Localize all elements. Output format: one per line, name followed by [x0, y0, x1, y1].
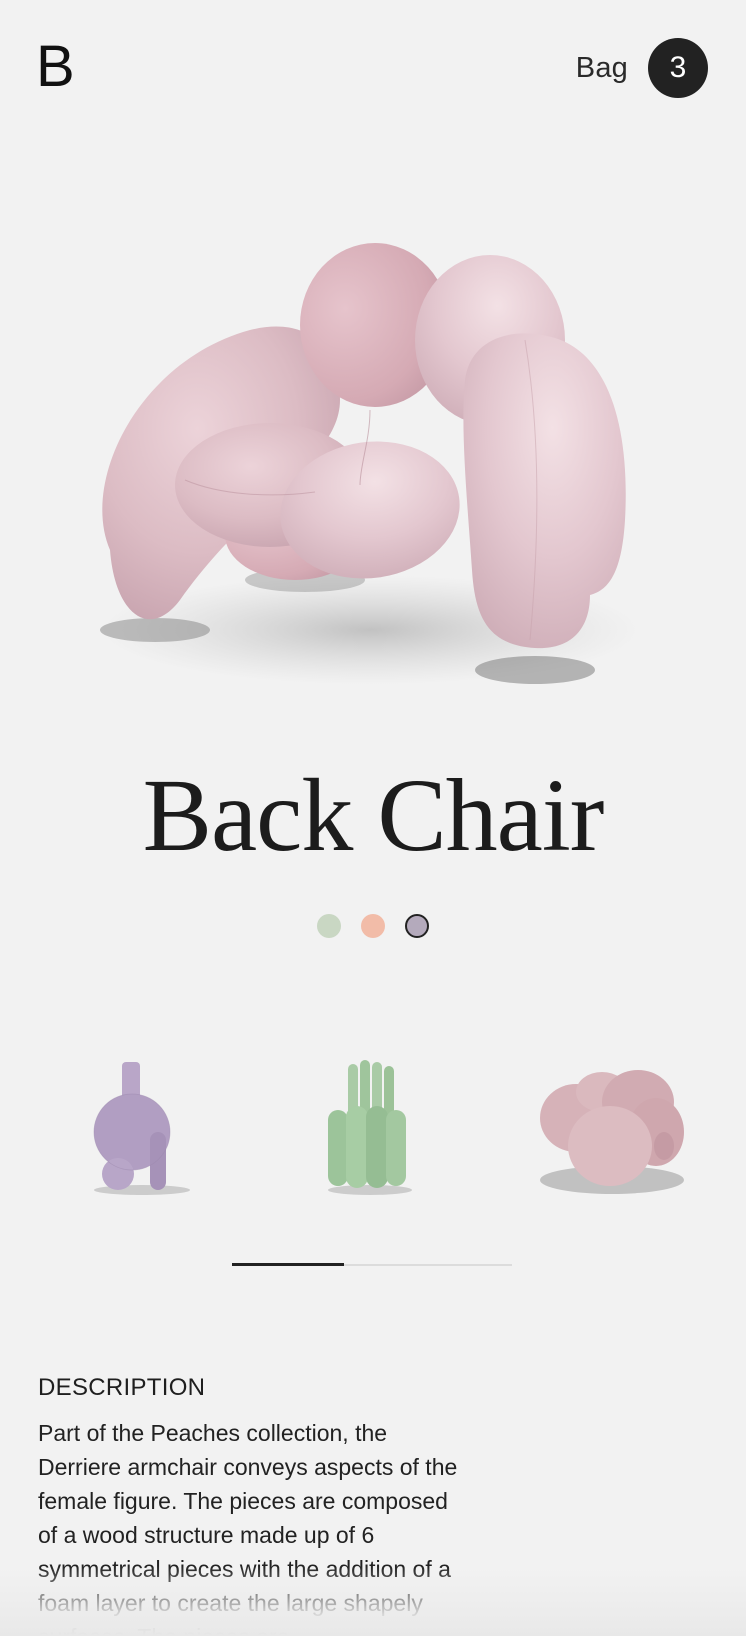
description-body: Part of the Peaches collection, the Derr… — [38, 1420, 458, 1636]
product-page: B Bag 3 Back Chair DESCRIPTION Part of t… — [0, 0, 746, 1636]
related-item-pink-pouf[interactable] — [530, 1048, 690, 1218]
related-item-green-vase[interactable] — [310, 1048, 430, 1218]
swatch-sage[interactable] — [317, 914, 341, 938]
carousel-scrollbar-thumb[interactable] — [232, 1263, 344, 1266]
carousel-scrollbar[interactable] — [232, 1263, 512, 1266]
swatch-lilac[interactable] — [405, 914, 429, 938]
bag-count-badge: 3 — [648, 38, 708, 98]
product-title: Back Chair — [142, 758, 605, 873]
color-swatches — [0, 914, 746, 938]
description-heading: DESCRIPTION — [38, 1374, 206, 1401]
product-image — [100, 243, 640, 685]
related-products-carousel[interactable] — [0, 1048, 746, 1218]
bag-label: Bag — [575, 51, 628, 84]
brand-logo[interactable]: B — [36, 38, 75, 96]
bag-button[interactable]: Bag 3 — [576, 38, 708, 98]
swatch-peach[interactable] — [361, 914, 385, 938]
related-item-lilac-vase[interactable] — [80, 1048, 200, 1218]
